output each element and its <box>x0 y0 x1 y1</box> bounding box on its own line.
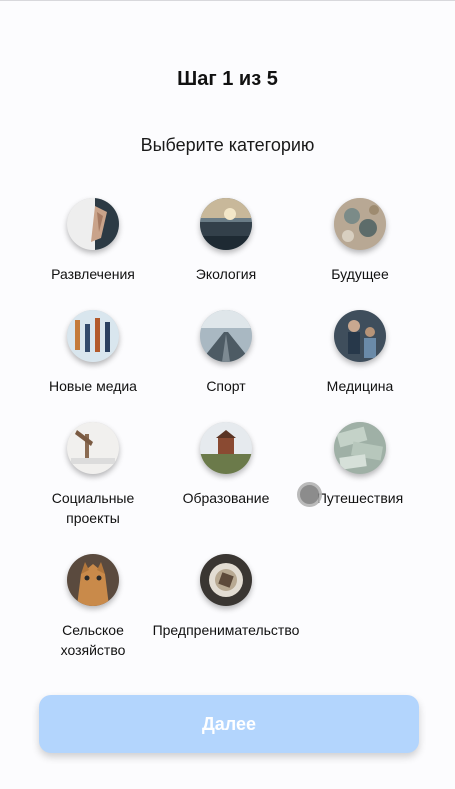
entertainment-photo-icon <box>67 198 119 250</box>
category-social-projects[interactable]: Социальные проекты <box>18 422 168 528</box>
category-label: Предпренимательство <box>152 622 300 638</box>
entrepreneurship-photo-icon <box>200 554 252 606</box>
social-projects-photo-icon <box>67 422 119 474</box>
category-future[interactable]: Будущее <box>285 198 435 284</box>
category-education[interactable]: Образование <box>151 422 301 508</box>
category-label: Спорт <box>206 378 246 394</box>
category-medicine[interactable]: Медицина <box>285 310 435 396</box>
category-label: Социальные проекты <box>51 490 135 526</box>
sport-photo-icon <box>200 310 252 362</box>
category-label: Экология <box>195 266 257 282</box>
category-new-media[interactable]: Новые медиа <box>18 310 168 396</box>
category-sport[interactable]: Спорт <box>151 310 301 396</box>
category-label: Будущее <box>331 266 389 282</box>
category-prompt: Выберите категорию <box>140 135 315 155</box>
category-label: Образование <box>182 490 270 506</box>
medicine-photo-icon <box>334 310 386 362</box>
top-divider <box>0 0 455 1</box>
future-photo-icon <box>334 198 386 250</box>
category-label: Новые медиа <box>49 378 137 394</box>
agriculture-photo-icon <box>67 554 119 606</box>
new-media-photo-icon <box>67 310 119 362</box>
category-label: Медицина <box>326 378 394 394</box>
category-label: Сельское хозяйство <box>60 622 126 658</box>
category-ecology[interactable]: Экология <box>151 198 301 284</box>
category-entertainment[interactable]: Развлечения <box>18 198 168 284</box>
step-title: Шаг 1 из 5 <box>177 68 278 90</box>
category-entrepreneurship[interactable]: Предпренимательство <box>151 554 301 640</box>
category-label: Развлечения <box>51 266 135 282</box>
ecology-photo-icon <box>200 198 252 250</box>
touch-indicator <box>297 482 322 507</box>
education-photo-icon <box>200 422 252 474</box>
category-agriculture[interactable]: Сельское хозяйство <box>18 554 168 660</box>
travel-photo-icon <box>334 422 386 474</box>
next-button[interactable]: Далее <box>39 695 419 753</box>
